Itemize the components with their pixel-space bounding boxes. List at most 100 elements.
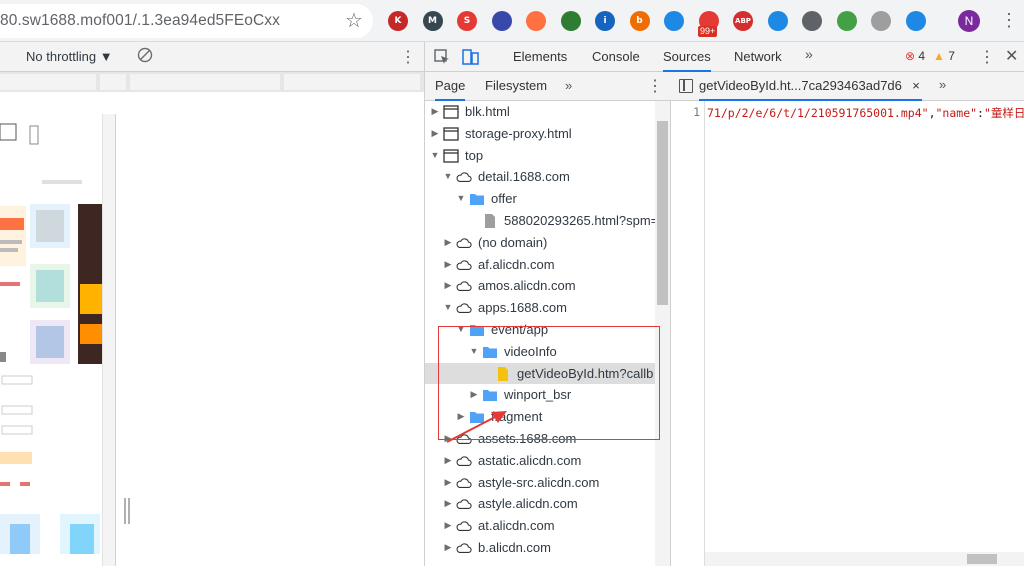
collapsed-arrow-icon[interactable]: ▶: [443, 493, 453, 514]
collapsed-arrow-icon[interactable]: ▶: [456, 406, 466, 427]
tree-item[interactable]: ▶ b.alicdn.com: [425, 537, 655, 558]
collapsed-arrow-icon[interactable]: ▶: [443, 515, 453, 536]
seo-extension-icon[interactable]: S: [457, 11, 477, 31]
navigator-more-button[interactable]: »: [565, 78, 572, 93]
tree-item[interactable]: ▶ storage-proxy.html: [425, 123, 655, 144]
tree-item-label: offer: [491, 191, 517, 207]
editor-more-button[interactable]: »: [939, 77, 946, 92]
expanded-arrow-icon[interactable]: ▼: [443, 166, 453, 187]
collapsed-arrow-icon[interactable]: ▶: [443, 472, 453, 493]
adblock-extension-icon[interactable]: ABP: [733, 11, 753, 31]
close-devtools-icon[interactable]: ✕: [1005, 46, 1018, 66]
code-line[interactable]: 71/p/2/e/6/t/1/210591765001.mp4","name":…: [707, 105, 1024, 121]
tree-item[interactable]: ▶ (no domain): [425, 232, 655, 253]
device-toggle-icon[interactable]: [461, 47, 481, 67]
expanded-arrow-icon[interactable]: ▼: [430, 145, 440, 166]
collapsed-arrow-icon[interactable]: ▶: [469, 384, 479, 405]
rotate-icon[interactable]: [136, 46, 154, 64]
tab-sources[interactable]: Sources: [663, 42, 711, 72]
tree-item[interactable]: ▼ detail.1688.com: [425, 166, 655, 187]
expanded-arrow-icon[interactable]: ▼: [443, 297, 453, 318]
b-extension-icon[interactable]: b: [629, 11, 650, 31]
collapsed-arrow-icon[interactable]: ▶: [430, 101, 440, 122]
ruler-segment[interactable]: [130, 74, 280, 90]
sprout-extension-icon[interactable]: [836, 11, 857, 31]
bookmark-star-icon[interactable]: ☆: [345, 10, 363, 32]
ruler-segment[interactable]: [0, 74, 96, 90]
tree-item[interactable]: 588020293265.html?spm=: [425, 210, 655, 231]
swirl-extension-icon[interactable]: [491, 11, 512, 31]
globe-extension-icon[interactable]: [905, 11, 926, 31]
address-bar[interactable]: 80.sw1688.mof001/.1.3ea94ed5FEoCxx ☆: [0, 4, 373, 38]
tree-item[interactable]: ▶ astyle.alicdn.com: [425, 493, 655, 514]
profile-avatar[interactable]: N: [958, 10, 980, 32]
tree-scroll-thumb[interactable]: [657, 121, 668, 305]
wifi-extension-icon[interactable]: [526, 11, 546, 31]
tree-item[interactable]: ▶ amos.alicdn.com: [425, 275, 655, 296]
diamond-extension-icon[interactable]: [802, 11, 822, 31]
tab-filesystem[interactable]: Filesystem: [485, 72, 547, 101]
throttling-select[interactable]: No throttling ▼: [26, 49, 113, 64]
warning-count[interactable]: ▲ 7: [933, 49, 955, 63]
tree-item[interactable]: ▶ af.alicdn.com: [425, 254, 655, 275]
tab-page[interactable]: Page: [435, 72, 466, 101]
expanded-arrow-icon[interactable]: ▼: [469, 341, 479, 362]
tree-item[interactable]: ▼ offer: [425, 188, 655, 209]
collapsed-arrow-icon[interactable]: ▶: [443, 275, 453, 296]
url-text[interactable]: 80.sw1688.mof001/.1.3ea94ed5FEoCxx: [0, 12, 280, 30]
tree-item[interactable]: ▼ apps.1688.com: [425, 297, 655, 318]
chrome-menu-icon[interactable]: ⋮: [1000, 10, 1018, 30]
tree-item[interactable]: ▶ winport_bsr: [425, 384, 655, 405]
tree-item[interactable]: ▶ astyle-src.alicdn.com: [425, 472, 655, 493]
page-scrollbar[interactable]: [102, 114, 115, 566]
resize-handle[interactable]: [124, 498, 130, 524]
collapsed-arrow-icon[interactable]: ▶: [443, 232, 453, 253]
devtools-menu-icon[interactable]: ⋮: [979, 47, 995, 67]
download-extension-icon[interactable]: [767, 11, 788, 31]
navigator-tabs: Page Filesystem » ⋮: [425, 72, 671, 101]
tab-console[interactable]: Console: [592, 42, 640, 72]
page-preview[interactable]: [0, 114, 116, 566]
tree-item[interactable]: ▶ assets.1688.com: [425, 428, 655, 449]
evernote-extension-icon[interactable]: [560, 11, 581, 31]
ruler-segment[interactable]: [284, 74, 420, 90]
horizontal-scrollbar[interactable]: [705, 552, 1024, 566]
error-icon: ⊗: [905, 49, 916, 63]
expanded-arrow-icon[interactable]: ▼: [456, 319, 466, 340]
device-more-icon[interactable]: ⋮: [400, 47, 416, 67]
tree-item[interactable]: ▼ videoInfo: [425, 341, 655, 362]
collapsed-arrow-icon[interactable]: ▶: [443, 428, 453, 449]
tree-item[interactable]: ▶ blk.html: [425, 101, 655, 122]
tree-item-label: winport_bsr: [504, 387, 572, 403]
file-tab[interactable]: getVideoById.ht...7ca293463ad7d6 ×: [699, 72, 922, 101]
tree-item[interactable]: getVideoById.htm?callb: [425, 362, 655, 384]
horizontal-scroll-thumb[interactable]: [967, 554, 997, 564]
inspect-element-icon[interactable]: [433, 48, 451, 66]
close-tab-icon[interactable]: ×: [912, 72, 920, 100]
more-tabs-button[interactable]: »: [805, 46, 813, 62]
feed-extension-icon[interactable]: [664, 11, 684, 31]
collapsed-arrow-icon[interactable]: ▶: [443, 254, 453, 275]
tree-item[interactable]: ▼ top: [425, 145, 655, 166]
tree-item[interactable]: ▶ astatic.alicdn.com: [425, 450, 655, 471]
expanded-arrow-icon[interactable]: ▼: [456, 188, 466, 209]
tree-scrollbar[interactable]: [655, 101, 670, 566]
info-extension-icon[interactable]: i: [595, 11, 615, 31]
navigator-menu-icon[interactable]: ⋮: [647, 76, 663, 96]
collapsed-arrow-icon[interactable]: ▶: [443, 450, 453, 471]
collapsed-arrow-icon[interactable]: ▶: [430, 123, 440, 144]
tree-item[interactable]: ▶ at.alicdn.com: [425, 515, 655, 536]
k-extension-icon[interactable]: K: [388, 11, 408, 31]
tree-item[interactable]: ▶ fragment: [425, 406, 655, 427]
tab-network[interactable]: Network: [734, 42, 782, 72]
puzzle-extension-icon[interactable]: [871, 11, 891, 31]
tree-item[interactable]: ▼ event/app: [425, 319, 655, 340]
m-extension-icon[interactable]: M: [422, 11, 443, 31]
tab-elements[interactable]: Elements: [513, 42, 567, 72]
code-key: "name": [935, 106, 978, 120]
ruler-segment[interactable]: [100, 74, 126, 90]
collapsed-arrow-icon[interactable]: ▶: [443, 537, 453, 558]
code-area[interactable]: 1 71/p/2/e/6/t/1/210591765001.mp4","name…: [671, 101, 1024, 566]
error-count[interactable]: ⊗ 4: [905, 49, 925, 63]
sidebar-toggle-icon[interactable]: [679, 79, 693, 93]
